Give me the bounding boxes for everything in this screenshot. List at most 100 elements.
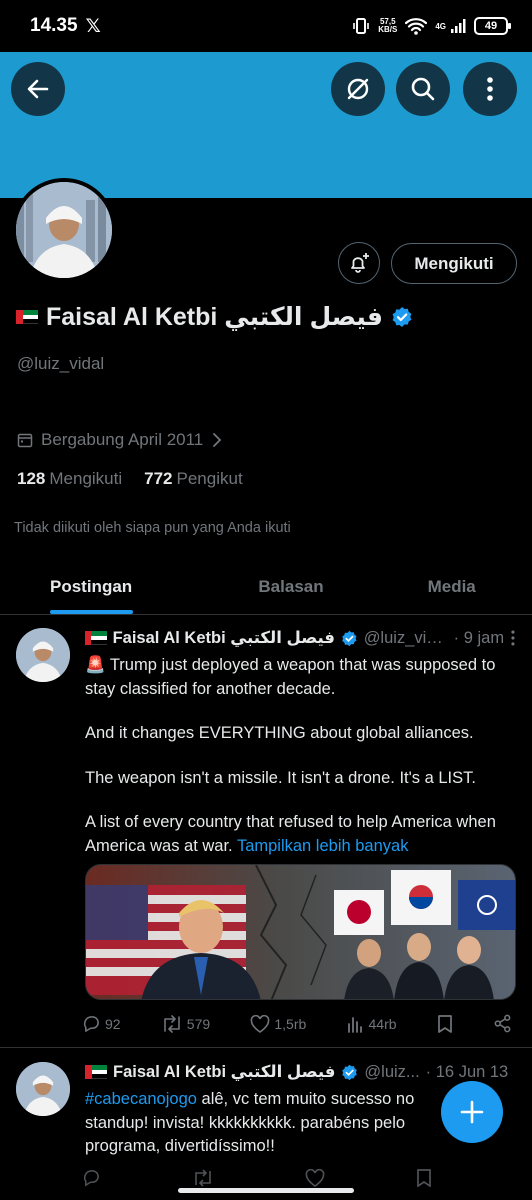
share-icon <box>494 1014 511 1033</box>
views-count: 44rb <box>368 1015 397 1032</box>
like-button[interactable]: 1,5rb <box>250 1014 307 1033</box>
reply-count: 92 <box>105 1015 121 1032</box>
views-icon <box>347 1016 362 1033</box>
search-icon <box>411 77 435 101</box>
follow-stats: 128 Mengikuti 772 Pengikut <box>17 469 243 489</box>
home-indicator[interactable] <box>178 1188 354 1193</box>
post-author-handle[interactable]: @luiz_vid... <box>364 629 448 648</box>
share-button[interactable] <box>493 1014 512 1033</box>
like-count: 1,5rb <box>274 1015 307 1032</box>
post-avatar[interactable] <box>16 1062 70 1116</box>
network-speed: 57,5 KB/S <box>378 18 397 34</box>
profile-name-row: Faisal Al Ketbi فيصل الكتبي <box>16 302 413 332</box>
following-count: 128 <box>17 469 46 488</box>
post-paragraph: The weapon isn't a missile. It isn't a d… <box>85 768 476 787</box>
more-vertical-icon <box>487 77 493 101</box>
uae-flag-icon <box>85 1065 107 1079</box>
join-date-text: Bergabung April 2011 <box>41 430 204 449</box>
bookmark-icon[interactable] <box>416 1168 432 1187</box>
uae-flag-icon <box>16 310 38 324</box>
status-time: 14.35 <box>30 15 78 36</box>
uae-flag-icon <box>85 631 107 645</box>
join-date-row[interactable]: Bergabung April 2011 <box>17 430 223 450</box>
show-more-link[interactable]: Tampilkan lebih banyak <box>237 837 409 855</box>
profile-photo <box>16 182 112 278</box>
post[interactable]: Faisal Al Ketbi فيصل الكتبي @luiz_vid...… <box>0 616 532 1048</box>
post-author-name[interactable]: Faisal Al Ketbi فيصل الكتبي <box>113 1062 335 1082</box>
repost-icon[interactable] <box>192 1168 214 1187</box>
battery-icon: 49 <box>474 17 511 35</box>
repost-icon <box>163 1014 180 1033</box>
compose-post-button[interactable] <box>441 1081 503 1143</box>
bookmark-icon <box>437 1015 452 1033</box>
status-bar: 14.35 𝕏 57,5 KB/S 4G 49 <box>0 0 532 52</box>
profile-display-name: Faisal Al Ketbi فيصل الكتبي <box>46 303 383 331</box>
views-button[interactable]: 44rb <box>347 1015 397 1033</box>
search-button[interactable] <box>396 62 450 116</box>
verified-badge-icon <box>392 307 412 327</box>
network-type: 4G <box>435 21 446 31</box>
post-paragraph: And it changes EVERYTHING about global a… <box>85 724 474 742</box>
network-speed-unit: KB/S <box>378 25 398 34</box>
back-arrow-icon <box>27 79 49 99</box>
post-paragraph-last: A list of every country that refused to … <box>85 811 505 858</box>
repost-button[interactable]: 579 <box>161 1014 211 1033</box>
post-text: #cabecanojogo alê, vc tem muito sucesso … <box>85 1088 430 1159</box>
post-header: Faisal Al Ketbi فيصل الكتبي @luiz... · 1… <box>85 1062 516 1082</box>
followers-count: 772 <box>144 469 173 488</box>
post-author-handle[interactable]: @luiz... <box>364 1063 419 1082</box>
tab-media[interactable]: Media <box>371 560 532 614</box>
avatar-photo <box>16 628 70 682</box>
more-options-button[interactable] <box>463 62 517 116</box>
following-button[interactable]: Mengikuti <box>391 243 517 284</box>
post-header: Faisal Al Ketbi فيصل الكتبي @luiz_vid...… <box>85 628 516 648</box>
bookmark-button[interactable] <box>437 1014 453 1033</box>
post-actions: 92 579 1,5rb 44rb <box>82 1014 512 1033</box>
mutual-followers-note: Tidak diikuti oleh siapa pun yang Anda i… <box>14 520 291 536</box>
post-text: 🚨 Trump just deployed a weapon that was … <box>85 654 505 879</box>
like-icon <box>251 1014 270 1033</box>
avatar-photo <box>16 1062 70 1116</box>
profile-tabs: Postingan Balasan Media <box>0 560 532 615</box>
post-paragraph: 🚨 Trump just deployed a weapon that was … <box>85 656 496 698</box>
post-actions <box>82 1168 432 1187</box>
post-avatar[interactable] <box>16 628 70 682</box>
reply-icon[interactable] <box>82 1168 101 1187</box>
plus-icon <box>460 1100 484 1124</box>
reply-button[interactable]: 92 <box>82 1014 121 1033</box>
following-stat[interactable]: 128 Mengikuti <box>17 469 122 489</box>
profile-handle: @luiz_vidal <box>17 354 105 373</box>
chevron-right-icon <box>213 433 222 447</box>
followers-label: Pengikut <box>176 469 243 488</box>
post-timestamp[interactable]: · 16 Jun 13 <box>426 1063 509 1082</box>
calendar-icon <box>17 433 33 448</box>
battery-level: 49 <box>484 20 498 32</box>
post-timestamp[interactable]: · 9 jam <box>454 629 504 648</box>
wifi-icon <box>405 18 428 35</box>
verified-badge-icon <box>342 1064 358 1080</box>
profile-banner <box>0 52 532 198</box>
tab-posts[interactable]: Postingan <box>0 560 211 614</box>
vibrate-icon <box>353 18 370 34</box>
reply-icon <box>83 1016 99 1032</box>
tab-replies[interactable]: Balasan <box>211 560 372 614</box>
repost-count: 579 <box>186 1015 211 1032</box>
grok-icon <box>347 78 369 100</box>
verified-badge-icon <box>342 630 357 646</box>
post-more-icon[interactable] <box>510 630 516 646</box>
post-author-name[interactable]: Faisal Al Ketbi فيصل الكتبي <box>113 628 335 648</box>
profile-avatar[interactable] <box>12 178 116 282</box>
bell-plus-icon <box>351 253 369 273</box>
following-label: Mengikuti <box>49 469 123 488</box>
post-image <box>86 865 515 999</box>
like-icon[interactable] <box>305 1168 325 1187</box>
notification-bell-button[interactable] <box>338 242 380 284</box>
post-media-image[interactable] <box>85 864 516 1000</box>
status-indicators: 57,5 KB/S 4G 49 <box>352 17 511 35</box>
grok-button[interactable] <box>331 62 385 116</box>
signal-icon <box>451 19 466 33</box>
hashtag-link[interactable]: #cabecanojogo <box>85 1090 197 1108</box>
followers-stat[interactable]: 772 Pengikut <box>144 469 243 489</box>
back-button[interactable] <box>11 62 65 116</box>
x-logo-icon: 𝕏 <box>85 15 101 37</box>
